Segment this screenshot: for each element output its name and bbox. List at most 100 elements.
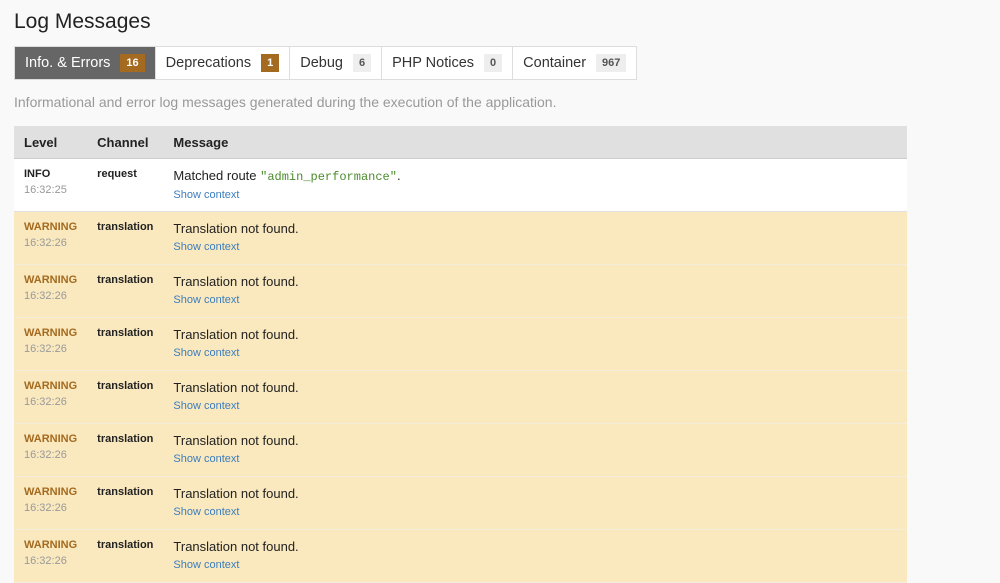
message-text: Translation not found. <box>173 221 299 236</box>
log-channel: translation <box>97 274 154 286</box>
show-context-link[interactable]: Show context <box>173 189 239 201</box>
column-level: Level <box>14 126 88 159</box>
channel-cell: translation <box>87 211 164 265</box>
log-channel: translation <box>97 433 154 445</box>
log-message: Translation not found. <box>173 274 897 289</box>
log-row: WARNING 16:32:26 translation Translation … <box>14 264 907 318</box>
log-message: Translation not found. <box>173 380 897 395</box>
show-context-link[interactable]: Show context <box>173 241 239 253</box>
tab-label: Info. & Errors <box>25 55 111 71</box>
log-channel: translation <box>97 327 154 339</box>
show-context-link[interactable]: Show context <box>173 294 239 306</box>
log-channel: translation <box>97 380 154 392</box>
log-level: WARNING <box>24 539 78 551</box>
log-message: Translation not found. <box>173 539 897 554</box>
log-row: WARNING 16:32:26 translation Translation … <box>14 423 907 477</box>
level-cell: WARNING 16:32:26 <box>14 264 88 318</box>
log-level: WARNING <box>24 380 78 392</box>
show-context-link[interactable]: Show context <box>173 453 239 465</box>
channel-cell: translation <box>87 370 164 424</box>
message-suffix: . <box>396 168 401 183</box>
message-cell: Translation not found. Show context <box>163 529 907 583</box>
page-title: Log Messages <box>14 10 151 33</box>
level-cell: INFO 16:32:25 <box>14 158 88 212</box>
log-level: WARNING <box>24 274 78 286</box>
log-message: Translation not found. <box>173 433 897 448</box>
log-channel: request <box>97 168 137 180</box>
log-time: 16:32:26 <box>24 237 67 249</box>
log-time: 16:32:26 <box>24 502 67 514</box>
show-context-link[interactable]: Show context <box>173 506 239 518</box>
log-channel: translation <box>97 539 154 551</box>
tab-deprecations[interactable]: Deprecations 1 <box>156 47 291 79</box>
log-row: WARNING 16:32:26 translation Translation … <box>14 211 907 265</box>
route-name: "admin_performance" <box>260 170 397 184</box>
level-cell: WARNING 16:32:26 <box>14 211 88 265</box>
level-cell: WARNING 16:32:26 <box>14 317 88 371</box>
log-message: Translation not found. <box>173 486 897 501</box>
log-level: WARNING <box>24 221 78 233</box>
level-cell: WARNING 16:32:26 <box>14 370 88 424</box>
log-level: WARNING <box>24 433 78 445</box>
tab-label: Container <box>523 55 587 71</box>
message-cell: Matched route "admin_performance". Show c… <box>163 158 907 212</box>
tab-container[interactable]: Container 967 <box>513 47 636 79</box>
column-message: Message <box>163 126 907 159</box>
log-message: Matched route "admin_performance". <box>173 168 897 184</box>
message-prefix: Matched route <box>173 168 261 183</box>
log-time: 16:32:26 <box>24 555 67 567</box>
log-tabs: Info. & Errors 16 Deprecations 1 Debug 6 PH… <box>14 46 638 80</box>
tab-count-badge: 967 <box>596 54 627 72</box>
log-level: WARNING <box>24 327 78 339</box>
message-text: Translation not found. <box>173 486 299 501</box>
channel-cell: translation <box>87 317 164 371</box>
tab-description: Informational and error log messages gen… <box>14 94 557 110</box>
message-cell: Translation not found. Show context <box>163 317 907 371</box>
channel-cell: translation <box>87 529 164 583</box>
log-table: Level Channel Message INFO 16:32:25 reque… <box>14 126 907 583</box>
log-time: 16:32:25 <box>24 184 67 196</box>
log-row: WARNING 16:32:26 translation Translation … <box>14 317 907 371</box>
message-text: Translation not found. <box>173 327 299 342</box>
message-cell: Translation not found. Show context <box>163 211 907 265</box>
tab-label: PHP Notices <box>392 55 475 71</box>
log-row: WARNING 16:32:26 translation Translation … <box>14 370 907 424</box>
message-text: Translation not found. <box>173 274 299 289</box>
channel-cell: translation <box>87 264 164 318</box>
show-context-link[interactable]: Show context <box>173 559 239 571</box>
message-cell: Translation not found. Show context <box>163 370 907 424</box>
log-channel: translation <box>97 221 154 233</box>
log-message: Translation not found. <box>173 327 897 342</box>
message-text: Translation not found. <box>173 433 299 448</box>
message-cell: Translation not found. Show context <box>163 423 907 477</box>
tab-count-badge: 0 <box>484 54 503 72</box>
tab-label: Debug <box>300 55 343 71</box>
channel-cell: request <box>87 158 164 212</box>
tab-php-notices[interactable]: PHP Notices 0 <box>382 47 514 79</box>
level-cell: WARNING 16:32:26 <box>14 423 88 477</box>
log-message: Translation not found. <box>173 221 897 236</box>
log-channel: translation <box>97 486 154 498</box>
column-channel: Channel <box>87 126 164 159</box>
message-text: Translation not found. <box>173 539 299 554</box>
log-time: 16:32:26 <box>24 343 67 355</box>
level-cell: WARNING 16:32:26 <box>14 476 88 530</box>
log-row: INFO 16:32:25 request Matched route "admi… <box>14 158 907 212</box>
log-level: WARNING <box>24 486 78 498</box>
tab-count-badge: 6 <box>352 54 372 72</box>
level-cell: WARNING 16:32:26 <box>14 529 88 583</box>
tab-info-errors[interactable]: Info. & Errors 16 <box>15 47 156 79</box>
log-time: 16:32:26 <box>24 396 67 408</box>
show-context-link[interactable]: Show context <box>173 347 239 359</box>
tab-label: Deprecations <box>165 55 252 71</box>
log-level: INFO <box>24 168 51 180</box>
log-row: WARNING 16:32:26 translation Translation … <box>14 529 907 583</box>
show-context-link[interactable]: Show context <box>173 400 239 412</box>
tab-debug[interactable]: Debug 6 <box>290 47 383 79</box>
message-text: Translation not found. <box>173 380 299 395</box>
channel-cell: translation <box>87 423 164 477</box>
log-row: WARNING 16:32:26 translation Translation … <box>14 476 907 530</box>
channel-cell: translation <box>87 476 164 530</box>
log-time: 16:32:26 <box>24 449 67 461</box>
message-cell: Translation not found. Show context <box>163 476 907 530</box>
